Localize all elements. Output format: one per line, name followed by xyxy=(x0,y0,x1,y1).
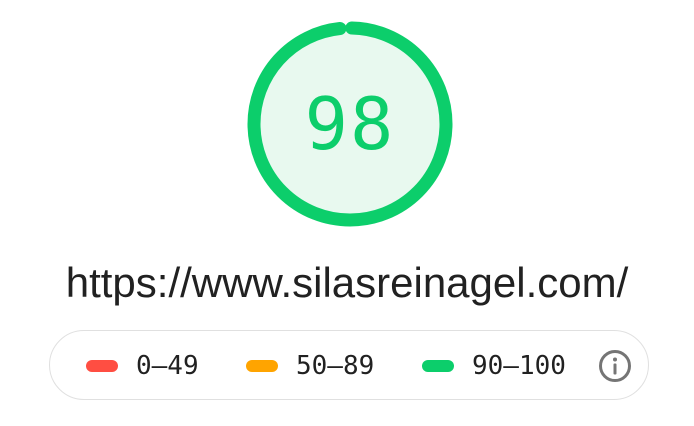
legend-item-fail: 0–49 xyxy=(86,331,199,401)
legend-range-fail: 0–49 xyxy=(136,351,199,381)
legend-range-average: 50–89 xyxy=(296,351,375,381)
performance-score: 98 xyxy=(304,82,396,166)
page-url: https://www.silasreinagel.com/ xyxy=(65,259,629,306)
average-swatch-icon xyxy=(246,360,278,372)
legend-range-pass: 90–100 xyxy=(472,351,566,381)
fail-swatch-icon xyxy=(86,360,118,372)
legend-item-average: 50–89 xyxy=(246,331,374,401)
info-icon[interactable] xyxy=(598,349,632,383)
lighthouse-score-panel: 98 https://www.silasreinagel.com/ 0–49 5… xyxy=(0,0,694,426)
legend-item-pass: 90–100 xyxy=(422,331,566,401)
score-legend: 0–49 50–89 90–100 xyxy=(49,330,649,400)
pass-swatch-icon xyxy=(422,360,454,372)
score-gauge: 98 xyxy=(244,18,456,230)
